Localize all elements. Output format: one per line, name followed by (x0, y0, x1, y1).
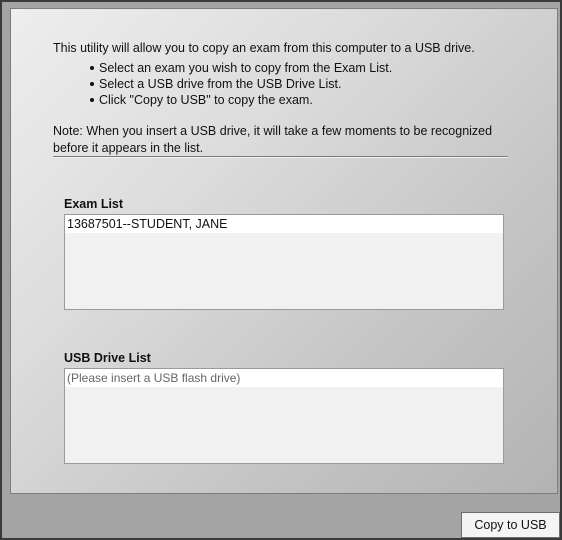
instruction-item: Select a USB drive from the USB Drive Li… (90, 76, 392, 92)
instruction-text: Click "Copy to USB" to copy the exam. (99, 93, 313, 107)
instruction-text: Select a USB drive from the USB Drive Li… (99, 77, 342, 91)
instruction-list: Select an exam you wish to copy from the… (90, 60, 392, 108)
copy-button-wrapper: Copy to USB (461, 512, 560, 538)
bullet-icon (90, 66, 94, 70)
exam-list[interactable]: 13687501--STUDENT, JANE (64, 214, 504, 310)
instruction-text: Select an exam you wish to copy from the… (99, 61, 393, 75)
bullet-icon (90, 82, 94, 86)
note-text: Note: When you insert a USB drive, it wi… (53, 124, 493, 155)
usb-drive-placeholder-item: (Please insert a USB flash drive) (65, 369, 503, 387)
instruction-item: Click "Copy to USB" to copy the exam. (90, 92, 392, 108)
divider (53, 156, 508, 158)
usb-drive-list-label: USB Drive List (64, 351, 151, 365)
utility-window: This utility will allow you to copy an e… (0, 0, 562, 540)
exam-list-item[interactable]: 13687501--STUDENT, JANE (65, 215, 503, 233)
copy-to-usb-button[interactable]: Copy to USB (461, 512, 560, 538)
exam-list-label: Exam List (64, 197, 124, 211)
intro-text: This utility will allow you to copy an e… (53, 41, 475, 55)
usb-drive-list[interactable]: (Please insert a USB flash drive) (64, 368, 504, 464)
bullet-icon (90, 98, 94, 102)
instruction-item: Select an exam you wish to copy from the… (90, 60, 392, 76)
